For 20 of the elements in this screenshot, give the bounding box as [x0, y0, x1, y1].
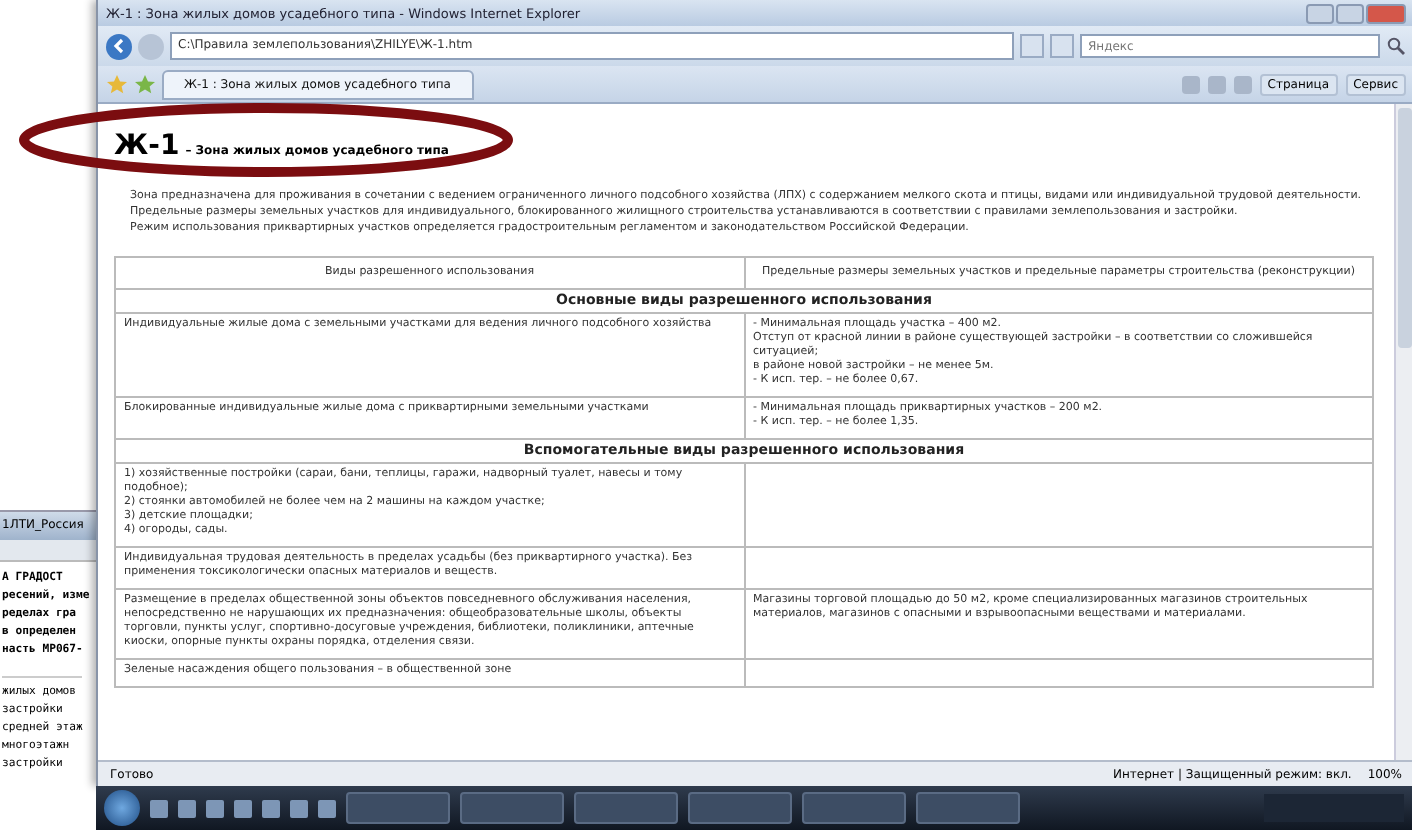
close-button[interactable]: [1366, 3, 1406, 23]
taskbar-button[interactable]: [916, 792, 1020, 824]
taskbar-button[interactable]: [460, 792, 564, 824]
refresh-button[interactable]: [1020, 34, 1044, 58]
search-icon[interactable]: [1386, 36, 1406, 56]
add-favorite-icon[interactable]: [134, 74, 156, 94]
scrollbar[interactable]: [1394, 104, 1412, 760]
system-tray: [1264, 794, 1404, 822]
toolbar: [0, 540, 96, 562]
back-button[interactable]: [106, 33, 132, 59]
stop-button[interactable]: [1050, 34, 1074, 58]
taskbar-button[interactable]: [346, 792, 450, 824]
minimize-button[interactable]: [1306, 3, 1334, 23]
favorites-star-icon[interactable]: [106, 74, 128, 94]
taskbar-button[interactable]: [688, 792, 792, 824]
taskbar-button[interactable]: [574, 792, 678, 824]
start-button[interactable]: [104, 790, 140, 826]
maximize-button[interactable]: [1336, 3, 1364, 23]
zone-code: Ж-1: [114, 130, 180, 162]
taskbar-button[interactable]: [802, 792, 906, 824]
